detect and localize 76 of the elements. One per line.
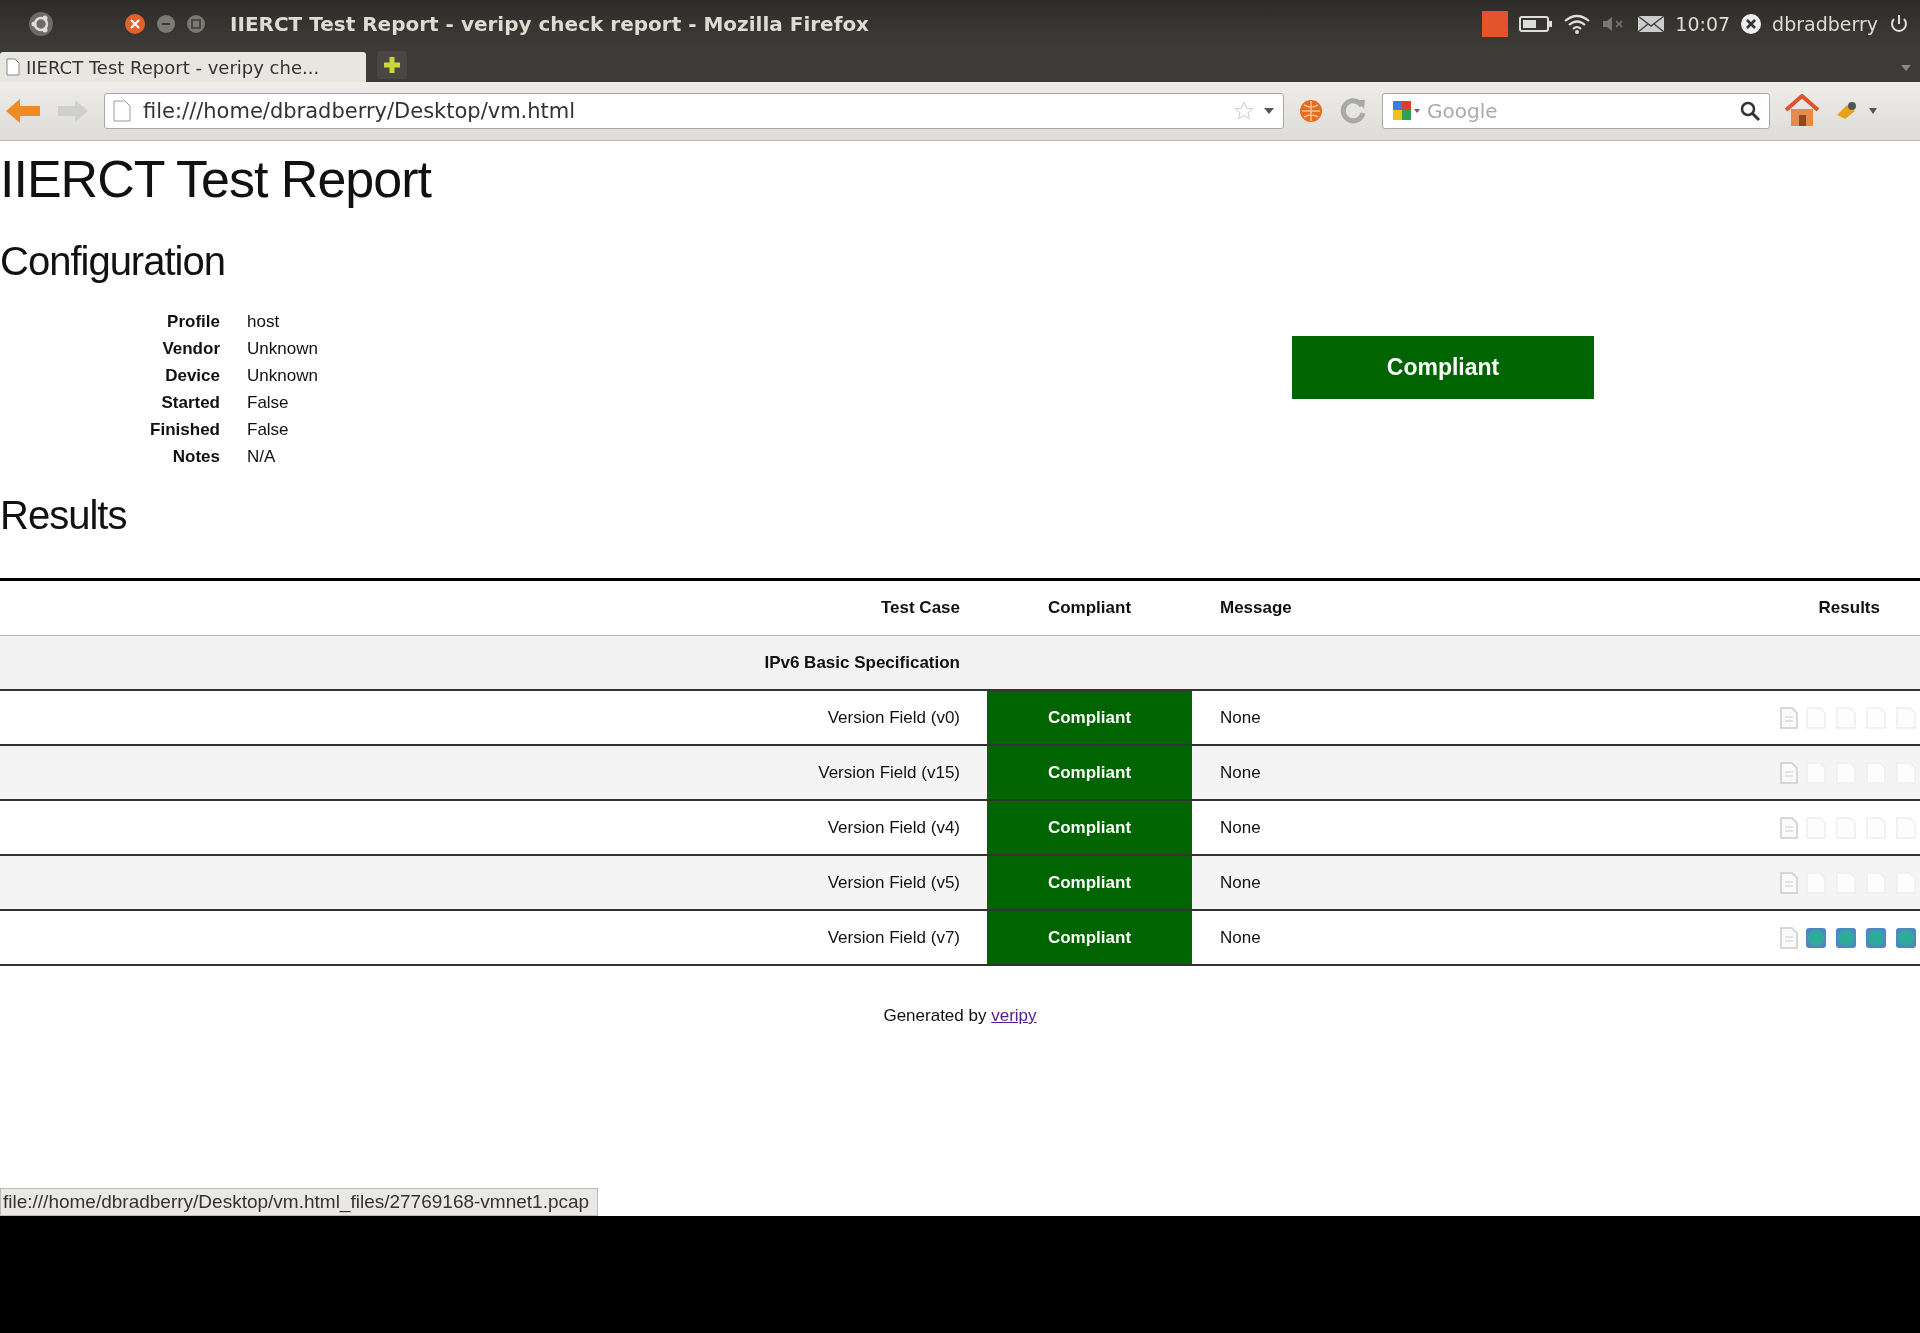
page-title: IIERCT Test Report <box>0 149 433 209</box>
dropdown-icon[interactable] <box>1868 107 1878 115</box>
page-icon <box>6 58 20 76</box>
ubuntu-logo-icon[interactable] <box>28 11 54 37</box>
indicator-icon[interactable] <box>1481 10 1510 38</box>
column-header: Compliant <box>1047 598 1132 617</box>
field-value: N/A <box>247 447 277 467</box>
tab-list-icon[interactable] <box>1900 64 1912 72</box>
test-case-cell: Version Field (v15) <box>818 762 960 782</box>
field-label: Finished <box>149 420 220 440</box>
compliance-cell: Compliant <box>987 745 1192 800</box>
field-value: Unknown <box>247 339 319 359</box>
field-label: Device <box>164 366 220 386</box>
compliance-cell: Compliant <box>987 855 1192 910</box>
page-icon <box>113 100 131 122</box>
browser-tab[interactable]: IIERCT Test Report - veripy che... <box>0 52 366 82</box>
bookmark-star-icon[interactable] <box>1233 100 1255 122</box>
test-case-cell: Version Field (v0) <box>827 707 960 727</box>
back-arrow-icon[interactable] <box>4 96 42 126</box>
field-label: Profile <box>166 312 220 332</box>
mail-icon[interactable] <box>1637 14 1666 34</box>
globe-file-icon[interactable] <box>1834 925 1858 950</box>
document-icon[interactable] <box>1780 816 1798 839</box>
section-heading: Configuration <box>0 239 226 284</box>
field-value: Unknown <box>247 366 319 386</box>
document-icon[interactable] <box>1780 871 1798 894</box>
home-icon[interactable] <box>1784 94 1820 128</box>
globe-file-icon[interactable] <box>1804 925 1828 950</box>
test-case-cell: Version Field (v5) <box>827 872 960 892</box>
close-icon[interactable] <box>124 13 146 35</box>
message-cell: None <box>1220 872 1261 892</box>
clock[interactable]: 10:07 <box>1675 13 1731 35</box>
globe-file-icon[interactable] <box>1894 925 1918 950</box>
field-value: False <box>247 420 290 440</box>
compliance-cell: Compliant <box>987 800 1192 855</box>
globe-icon[interactable] <box>1298 98 1324 124</box>
document-icon[interactable] <box>1780 761 1798 784</box>
column-header: Results <box>1818 598 1880 617</box>
search-icon[interactable] <box>1739 100 1761 122</box>
forward-arrow-icon[interactable] <box>56 97 90 125</box>
message-cell: None <box>1220 707 1261 727</box>
window-title: IIERCT Test Report - veripy check report - Mozilla Firefox <box>230 12 870 36</box>
dropdown-icon[interactable] <box>1263 107 1275 115</box>
new-tab-icon[interactable] <box>376 50 408 80</box>
message-cell: None <box>1220 762 1261 782</box>
user-name[interactable]: dbradberry <box>1772 13 1878 35</box>
document-icon[interactable] <box>1780 926 1798 949</box>
overall-status-badge: Compliant <box>1292 336 1594 399</box>
battery-icon[interactable] <box>1519 15 1554 33</box>
maximize-icon[interactable] <box>186 14 206 34</box>
field-value: host <box>247 312 281 332</box>
wifi-icon[interactable] <box>1563 13 1592 35</box>
address-bar[interactable]: file:///home/dbradberry/Desktop/vm.html <box>104 93 1284 129</box>
message-cell: None <box>1220 817 1261 837</box>
reload-icon[interactable] <box>1338 96 1368 126</box>
column-header: Message <box>1220 598 1292 617</box>
field-value: False <box>247 393 290 413</box>
column-header: Test Case <box>880 598 960 617</box>
minimize-icon[interactable] <box>156 14 176 34</box>
test-case-cell: Version Field (v7) <box>827 927 960 947</box>
veripy-link[interactable]: veripy <box>991 1006 1037 1025</box>
globe-file-icon[interactable] <box>1864 925 1888 950</box>
power-icon[interactable] <box>1888 13 1910 35</box>
compliance-cell: Compliant <box>987 910 1192 965</box>
field-label: Started <box>160 393 220 413</box>
compliance-cell: Compliant <box>987 690 1192 745</box>
field-label: Vendor <box>161 339 220 359</box>
section-heading: Results <box>0 493 128 538</box>
search-bar[interactable]: Google <box>1382 93 1770 129</box>
document-icon[interactable] <box>1780 706 1798 729</box>
footer-text: Generated by veripy <box>882 1006 1038 1026</box>
message-cell: None <box>1220 927 1261 947</box>
group-heading: IPv6 Basic Specification <box>764 652 960 672</box>
test-case-cell: Version Field (v4) <box>827 817 960 837</box>
field-label: Notes <box>171 447 220 467</box>
status-bar: file:///home/dbradberry/Desktop/vm.html_files/27769168-vmnet1.pcap <box>0 1188 599 1216</box>
